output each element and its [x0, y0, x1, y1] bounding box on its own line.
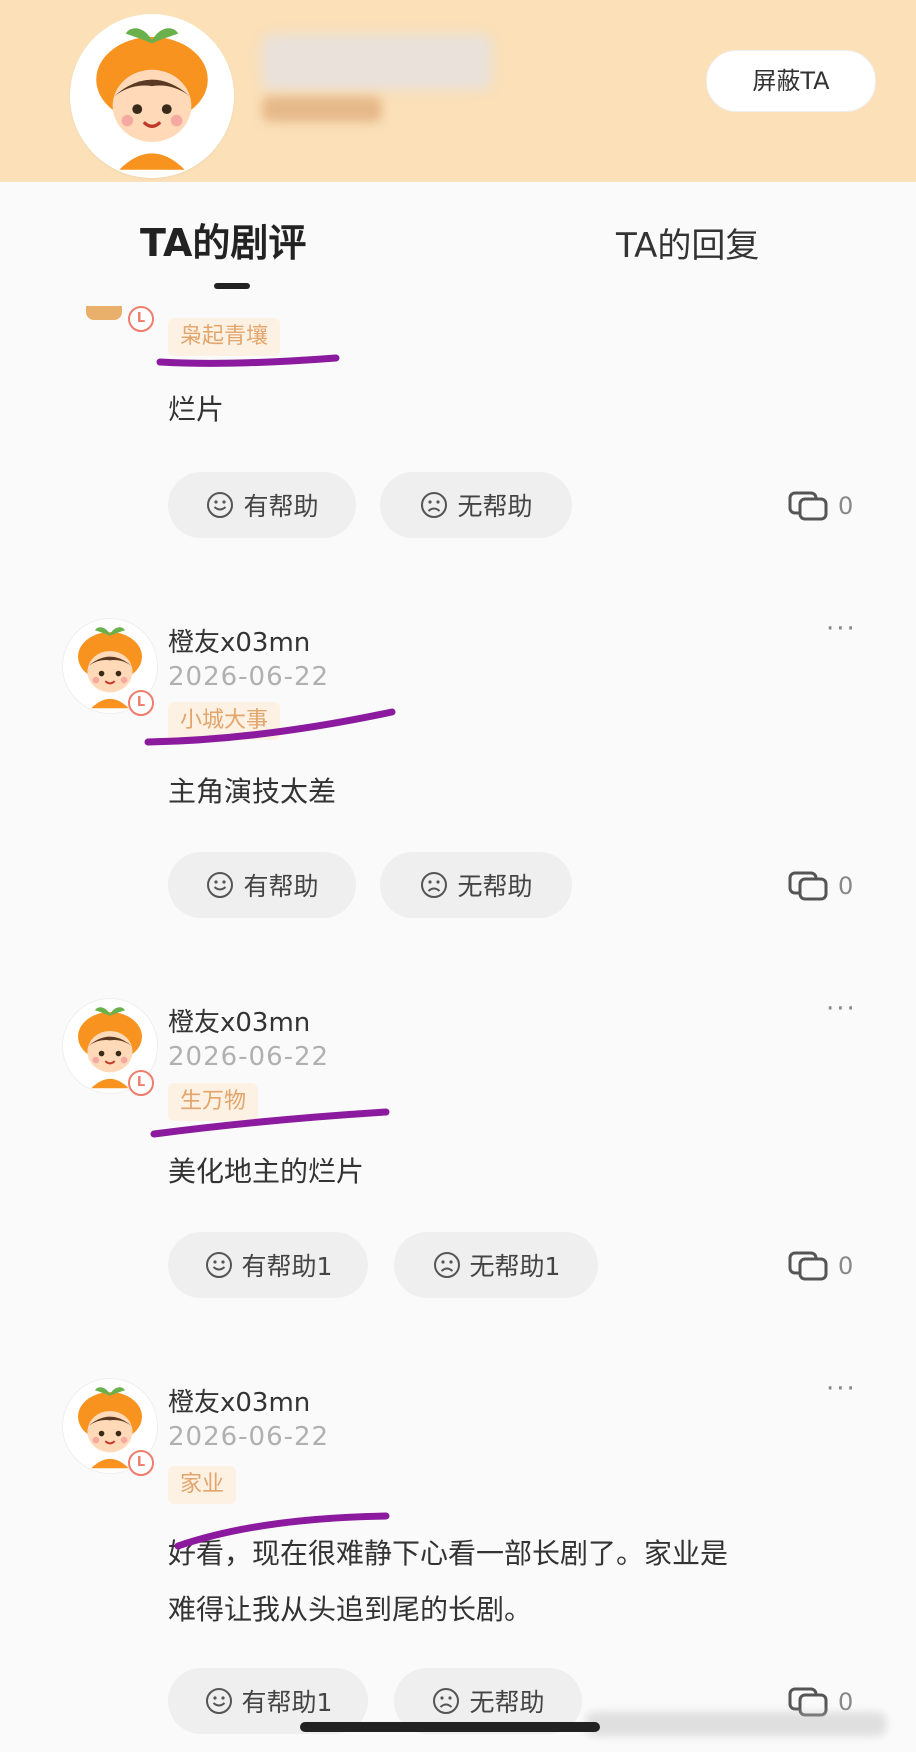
unhelpful-button[interactable]: 无帮助: [380, 852, 572, 918]
review-text-line-1: 好看，现在很难静下心看一部长剧了。家业是: [168, 1537, 729, 1570]
unhelpful-label: 无帮助: [457, 492, 533, 521]
helpful-button[interactable]: 有帮助: [168, 472, 356, 538]
review-text: 烂片: [168, 393, 225, 426]
review-text: 美化地主的烂片: [168, 1155, 365, 1188]
tab-replies[interactable]: TA的回复: [616, 218, 759, 267]
blurred-username: [262, 34, 492, 90]
profile-header: 屏蔽TA: [0, 0, 916, 182]
profile-avatar[interactable]: [70, 14, 234, 178]
drama-tag[interactable]: 枭起青壤: [168, 318, 281, 356]
sad-face-icon: [432, 1250, 462, 1280]
tab-reviews[interactable]: TA的剧评: [140, 212, 306, 267]
reviewer-name[interactable]: 橙友x03mn: [168, 1382, 310, 1419]
reviewer-name[interactable]: 橙友x03mn: [168, 622, 310, 659]
drama-tag[interactable]: 家业: [168, 1466, 237, 1504]
level-badge: L: [128, 1070, 154, 1096]
drama-tag[interactable]: 小城大事: [168, 702, 281, 740]
helpful-label: 有帮助1: [241, 1252, 333, 1281]
comment-icon: [788, 1249, 830, 1283]
drama-tag[interactable]: 生万物: [168, 1083, 259, 1121]
review-date: 2026-06-22: [168, 1422, 330, 1452]
comment-count: 0: [838, 492, 854, 520]
comment-count: 0: [838, 872, 854, 900]
more-options-icon[interactable]: ···: [826, 1374, 857, 1404]
comment-button[interactable]: 0: [788, 486, 853, 526]
sad-face-icon: [419, 490, 449, 520]
review-text: 主角演技太差: [168, 775, 337, 808]
smile-icon: [205, 870, 235, 900]
watermark: [586, 1712, 886, 1736]
smile-icon: [204, 1686, 234, 1716]
block-user-button[interactable]: 屏蔽TA: [706, 50, 876, 112]
level-badge: L: [128, 690, 154, 716]
smile-icon: [205, 490, 235, 520]
comment-icon: [788, 869, 830, 903]
reviewer-name[interactable]: 橙友x03mn: [168, 1002, 310, 1039]
unhelpful-label: 无帮助: [469, 1688, 545, 1717]
unhelpful-button[interactable]: 无帮助: [380, 472, 572, 538]
review-text-line-2: 难得让我从头追到尾的长剧。: [168, 1593, 533, 1626]
sad-face-icon: [419, 870, 449, 900]
blurred-user-level: [262, 96, 382, 122]
review-date: 2026-06-22: [168, 1042, 330, 1072]
comment-icon: [788, 489, 830, 523]
level-badge: L: [128, 1450, 154, 1476]
comment-button[interactable]: 0: [788, 1246, 853, 1286]
helpful-label: 有帮助: [243, 872, 319, 901]
helpful-label: 有帮助: [243, 492, 319, 521]
helpful-button[interactable]: 有帮助1: [168, 1232, 368, 1298]
unhelpful-label: 无帮助: [457, 872, 533, 901]
comment-button[interactable]: 0: [788, 866, 853, 906]
level-badge: L: [128, 306, 154, 332]
helpful-button[interactable]: 有帮助: [168, 852, 356, 918]
sad-face-icon: [431, 1686, 461, 1716]
review-date: 2026-06-22: [168, 662, 330, 692]
active-tab-indicator: [214, 283, 250, 289]
home-indicator[interactable]: [300, 1722, 600, 1732]
unhelpful-label: 无帮助1: [469, 1252, 561, 1281]
avatar-partial: [86, 306, 122, 320]
comment-count: 0: [838, 1252, 854, 1280]
more-options-icon[interactable]: ···: [826, 994, 857, 1024]
more-options-icon[interactable]: ···: [826, 614, 857, 644]
smile-icon: [204, 1250, 234, 1280]
helpful-label: 有帮助1: [241, 1688, 333, 1717]
unhelpful-button[interactable]: 无帮助1: [394, 1232, 598, 1298]
